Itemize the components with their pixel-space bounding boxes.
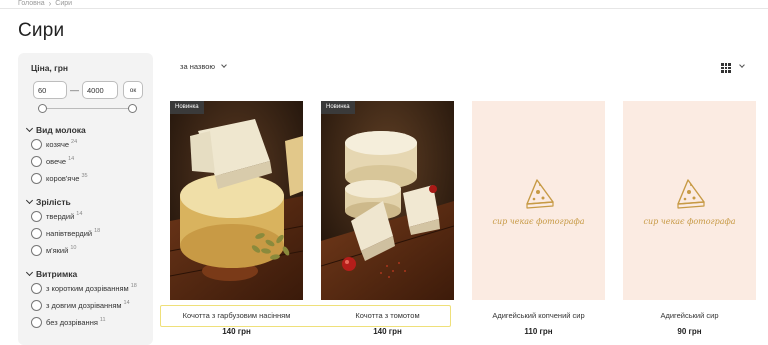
product-image-placeholder[interactable]: сир чекає фотографа: [623, 101, 756, 300]
filter-sidebar: Ціна, грн — ок Вид молока козяче24 овече…: [18, 53, 153, 345]
radio-button[interactable]: [31, 228, 42, 239]
filter-option-label: без дозрівання: [46, 318, 98, 327]
new-badge: Новинка: [170, 101, 204, 114]
chevron-down-icon: [25, 196, 34, 205]
radio-button[interactable]: [31, 283, 42, 294]
price-range-row: — ок: [33, 81, 145, 99]
filter-option-cow[interactable]: коров'яче 35: [31, 170, 145, 187]
placeholder-caption: сир чекає фотографа: [643, 217, 736, 226]
filter-option-count: 14: [123, 299, 130, 306]
product-price: 140 грн: [222, 327, 251, 336]
breadcrumb-current: Сири: [55, 0, 73, 7]
filter-option-count: 24: [71, 138, 78, 145]
filter-option-label: з довгим дозріванням: [46, 301, 122, 310]
filter-option-long-aging[interactable]: з довгим дозріванням 14: [31, 297, 145, 314]
placeholder-caption: сир чекає фотографа: [492, 217, 585, 226]
product-card[interactable]: сир чекає фотографа Адигейський сир 90 г…: [623, 101, 756, 336]
product-card[interactable]: Новинка Кочотта з томотом 140 грн: [321, 101, 454, 336]
price-max-input[interactable]: [82, 81, 118, 99]
price-filter-title: Ціна, грн: [31, 63, 69, 73]
product-image[interactable]: Новинка: [321, 101, 454, 300]
filter-option-semihard[interactable]: напівтвердий 18: [31, 225, 145, 242]
product-name[interactable]: Адигейський сир: [623, 311, 756, 320]
filter-option-goat[interactable]: козяче 24: [31, 136, 145, 153]
product-price: 110 грн: [524, 327, 553, 336]
filter-group-title: Вид молока: [36, 125, 86, 135]
filter-option-count: 11: [99, 316, 106, 323]
filter-option-count: 18: [94, 227, 101, 234]
filter-option-count: 35: [81, 172, 88, 179]
radio-button[interactable]: [31, 317, 42, 328]
breadcrumb-home[interactable]: Головна: [18, 0, 45, 8]
product-name[interactable]: Адигейський копчений сир: [472, 311, 605, 320]
product-image[interactable]: Новинка: [170, 101, 303, 300]
chevron-down-icon: [25, 268, 34, 277]
filter-option-label: з коротким дозріванням: [46, 284, 129, 293]
filter-group-title: Зрілість: [36, 197, 71, 207]
price-slider[interactable]: [38, 103, 137, 115]
filter-option-short-aging[interactable]: з коротким дозріванням 18: [31, 280, 145, 297]
product-image-placeholder[interactable]: сир чекає фотографа: [472, 101, 605, 300]
filter-option-sheep[interactable]: овече 14: [31, 153, 145, 170]
filter-option-soft[interactable]: м'який 10: [31, 242, 145, 259]
page-title: Сири: [18, 20, 65, 41]
filter-option-label: коров'яче: [46, 174, 80, 183]
product-price: 90 грн: [677, 327, 702, 336]
filter-option-label: овече: [46, 157, 67, 166]
sort-dropdown[interactable]: за назвою: [180, 62, 227, 71]
price-range-dash: —: [70, 85, 79, 95]
price-slider-max-handle[interactable]: [128, 104, 137, 113]
cheese-photo: [170, 101, 303, 300]
filter-option-label: козяче: [46, 140, 70, 149]
sort-label: за назвою: [180, 62, 216, 71]
cheese-photo: [321, 101, 454, 300]
filter-option-label: м'який: [46, 246, 69, 255]
cheese-icon: [676, 179, 705, 209]
filter-option-count: 14: [68, 155, 75, 162]
product-card[interactable]: Новинка Кочотта з гарбузовим насінням 14…: [170, 101, 303, 336]
filter-option-label: напівтвердий: [46, 229, 93, 238]
product-name[interactable]: Кочотта з гарбузовим насінням: [170, 311, 303, 320]
chevron-down-icon[interactable]: [739, 62, 745, 68]
radio-button[interactable]: [31, 139, 42, 150]
header-divider: [0, 8, 768, 9]
product-name[interactable]: Кочотта з томотом: [321, 311, 454, 320]
grid-view-icon[interactable]: [721, 63, 731, 73]
filter-group-toggle-aging[interactable]: Витримка: [25, 268, 145, 280]
filter-option-label: твердий: [46, 212, 75, 221]
price-ok-button[interactable]: ок: [123, 81, 143, 99]
filter-option-count: 14: [76, 210, 83, 217]
cheese-icon: [525, 179, 554, 209]
filter-group-toggle-milk[interactable]: Вид молока: [25, 124, 145, 136]
filter-option-no-aging[interactable]: без дозрівання 11: [31, 314, 145, 331]
price-slider-track: [42, 108, 133, 109]
product-price: 140 грн: [373, 327, 402, 336]
breadcrumb: Головна › Сири: [18, 0, 72, 8]
filter-group-milk: Вид молока козяче 24 овече 14 коров'яче 35: [25, 124, 145, 187]
chevron-down-icon: [25, 124, 34, 133]
filter-group-toggle-ripeness[interactable]: Зрілість: [25, 196, 145, 208]
filter-group-aging: Витримка з коротким дозріванням 18 з довг…: [25, 268, 145, 331]
filter-option-hard[interactable]: твердий 14: [31, 208, 145, 225]
price-slider-min-handle[interactable]: [38, 104, 47, 113]
price-min-input[interactable]: [33, 81, 67, 99]
new-badge: Новинка: [321, 101, 355, 114]
radio-button[interactable]: [31, 245, 42, 256]
filter-group-title: Витримка: [36, 269, 78, 279]
radio-button[interactable]: [31, 156, 42, 167]
product-card[interactable]: сир чекає фотографа Адигейський копчений…: [472, 101, 605, 336]
filter-group-ripeness: Зрілість твердий 14 напівтвердий 18 м'який…: [25, 196, 145, 259]
chevron-down-icon: [221, 62, 227, 68]
radio-button[interactable]: [31, 173, 42, 184]
filter-option-count: 18: [130, 282, 137, 289]
radio-button[interactable]: [31, 300, 42, 311]
breadcrumb-separator-icon: ›: [48, 0, 52, 8]
radio-button[interactable]: [31, 211, 42, 222]
filter-option-count: 10: [70, 244, 77, 251]
